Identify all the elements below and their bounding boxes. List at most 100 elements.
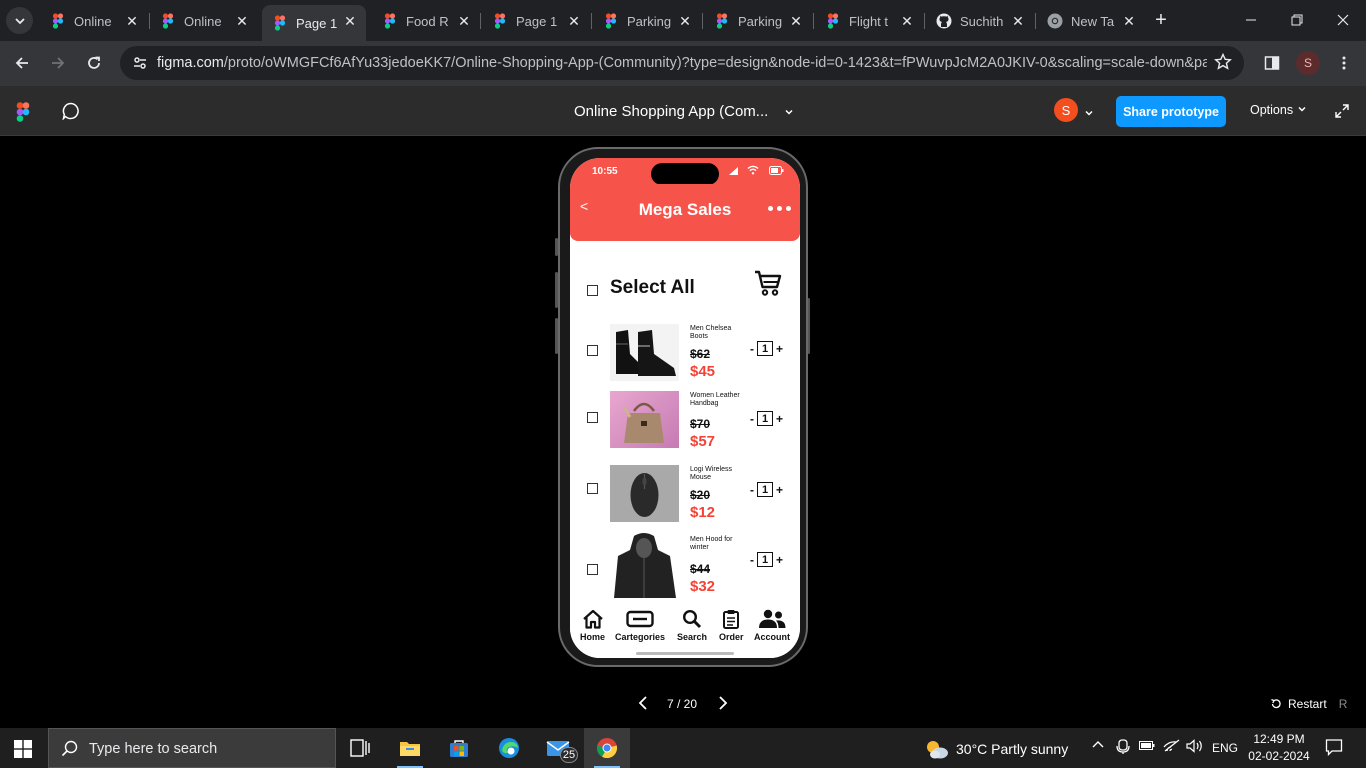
weather-widget[interactable]: 30°C Partly sunny <box>924 738 1068 760</box>
product-image-mouse[interactable] <box>610 465 679 522</box>
notifications-button[interactable] <box>1325 738 1343 759</box>
next-frame-button[interactable] <box>714 695 730 716</box>
select-all-checkbox[interactable] <box>587 285 598 296</box>
tab-search[interactable]: Search <box>677 609 707 642</box>
minimize-button[interactable] <box>1228 0 1274 40</box>
meet-now-icon[interactable] <box>1116 739 1130 758</box>
tab-search-button[interactable] <box>6 7 33 34</box>
browser-menu-button[interactable] <box>1330 49 1358 77</box>
battery-icon <box>769 166 784 175</box>
close-icon[interactable]: ✕ <box>342 13 358 29</box>
chrome-icon <box>596 738 618 759</box>
close-window-button[interactable] <box>1320 0 1366 40</box>
input-language[interactable]: ENG <box>1212 741 1238 755</box>
battery-icon[interactable] <box>1139 740 1155 755</box>
figma-icon <box>605 13 617 29</box>
increase-quantity-button[interactable]: + <box>776 412 783 426</box>
weather-text: 30°C Partly sunny <box>956 741 1069 757</box>
close-icon[interactable]: ✕ <box>124 13 140 29</box>
reload-button[interactable] <box>80 49 108 77</box>
close-icon[interactable]: ✕ <box>899 13 915 29</box>
forward-button[interactable] <box>44 49 72 77</box>
chevron-down-icon[interactable] <box>784 104 794 122</box>
restore-button[interactable] <box>1274 0 1320 40</box>
tab-account[interactable]: Account <box>754 609 790 642</box>
chrome-taskbar-button[interactable] <box>584 728 630 768</box>
close-icon[interactable]: ✕ <box>677 13 693 29</box>
task-view-button[interactable] <box>337 728 383 768</box>
fullscreen-button[interactable] <box>1334 103 1350 124</box>
decrease-quantity-button[interactable]: - <box>750 342 754 356</box>
signal-icon <box>729 167 738 175</box>
options-button[interactable]: Options <box>1250 103 1307 117</box>
comment-button[interactable] <box>62 102 80 125</box>
chevron-down-icon[interactable] <box>1084 105 1094 123</box>
cart-icon[interactable] <box>754 270 782 301</box>
tab-title: Online <box>74 13 112 29</box>
new-tab-button[interactable]: + <box>1150 9 1172 31</box>
mail-button[interactable]: 25 <box>535 728 581 768</box>
side-panel-button[interactable] <box>1258 49 1286 77</box>
browser-tab-active[interactable]: Page 1 ✕ <box>262 5 366 41</box>
task-view-icon <box>350 739 370 757</box>
quantity-value: 1 <box>757 341 773 356</box>
side-panel-icon <box>1264 56 1280 70</box>
product-image-boots[interactable] <box>610 324 679 381</box>
item-checkbox[interactable] <box>587 412 598 423</box>
site-info-button[interactable] <box>128 51 152 75</box>
product-image-handbag[interactable] <box>610 391 679 448</box>
address-bar[interactable]: figma.com/proto/oWMGFCf6AfYu33jedoeKK7/O… <box>120 46 1244 80</box>
more-options-icon[interactable] <box>768 206 791 211</box>
bookmark-star-icon[interactable] <box>1214 52 1232 76</box>
browser-tab[interactable]: Online ✕ <box>150 5 258 37</box>
close-icon[interactable]: ✕ <box>788 13 804 29</box>
taskbar-search-box[interactable]: Type here to search <box>48 728 336 768</box>
url-text[interactable]: figma.com/proto/oWMGFCf6AfYu33jedoeKK7/O… <box>157 55 1207 71</box>
product-image-hoodie[interactable] <box>610 532 679 598</box>
system-clock[interactable]: 12:49 PM 02-02-2024 <box>1246 731 1312 765</box>
item-checkbox[interactable] <box>587 483 598 494</box>
profile-avatar[interactable]: S <box>1296 51 1320 75</box>
close-icon[interactable]: ✕ <box>566 13 582 29</box>
volume-icon[interactable] <box>1186 739 1204 756</box>
show-hidden-icons-button[interactable] <box>1092 739 1104 754</box>
browser-tab[interactable]: Parking ✕ <box>704 5 812 37</box>
close-icon[interactable]: ✕ <box>1121 13 1137 29</box>
decrease-quantity-button[interactable]: - <box>750 412 754 426</box>
tab-home[interactable]: Home <box>580 609 605 642</box>
close-icon[interactable]: ✕ <box>456 13 472 29</box>
browser-tab[interactable]: Page 1 ✕ <box>482 5 590 37</box>
figma-menu-button[interactable] <box>16 102 30 127</box>
tab-order[interactable]: Order <box>719 609 744 642</box>
share-prototype-button[interactable]: Share prototype <box>1116 96 1226 127</box>
wifi-icon[interactable] <box>1163 739 1181 756</box>
increase-quantity-button[interactable]: + <box>776 553 783 567</box>
increase-quantity-button[interactable]: + <box>776 483 783 497</box>
quantity-stepper: - 1 + <box>750 411 783 426</box>
close-icon[interactable]: ✕ <box>234 13 250 29</box>
start-button[interactable] <box>14 740 32 763</box>
decrease-quantity-button[interactable]: - <box>750 483 754 497</box>
tab-categories[interactable]: Cartegories <box>615 609 665 642</box>
browser-tab[interactable]: Food R ✕ <box>372 5 480 37</box>
restart-button[interactable]: Restart R <box>1270 697 1347 711</box>
file-explorer-button[interactable] <box>387 728 433 768</box>
browser-tab[interactable]: Online ✕ <box>40 5 148 37</box>
increase-quantity-button[interactable]: + <box>776 342 783 356</box>
browser-tab[interactable]: New Ta ✕ <box>1037 5 1145 37</box>
microsoft-store-button[interactable] <box>436 728 482 768</box>
file-title[interactable]: Online Shopping App (Com... <box>574 103 768 120</box>
edge-browser-button[interactable] <box>486 728 532 768</box>
previous-frame-button[interactable] <box>636 695 652 716</box>
search-icon <box>61 740 78 757</box>
item-checkbox[interactable] <box>587 345 598 356</box>
close-icon[interactable]: ✕ <box>1010 13 1026 29</box>
decrease-quantity-button[interactable]: - <box>750 553 754 567</box>
item-checkbox[interactable] <box>587 564 598 575</box>
browser-tab[interactable]: Flight t ✕ <box>815 5 923 37</box>
user-avatar[interactable]: S <box>1054 98 1078 122</box>
back-button[interactable] <box>8 49 36 77</box>
figma-icon <box>162 13 174 29</box>
browser-tab[interactable]: Parking ✕ <box>593 5 701 37</box>
browser-tab[interactable]: Suchith ✕ <box>926 5 1034 37</box>
